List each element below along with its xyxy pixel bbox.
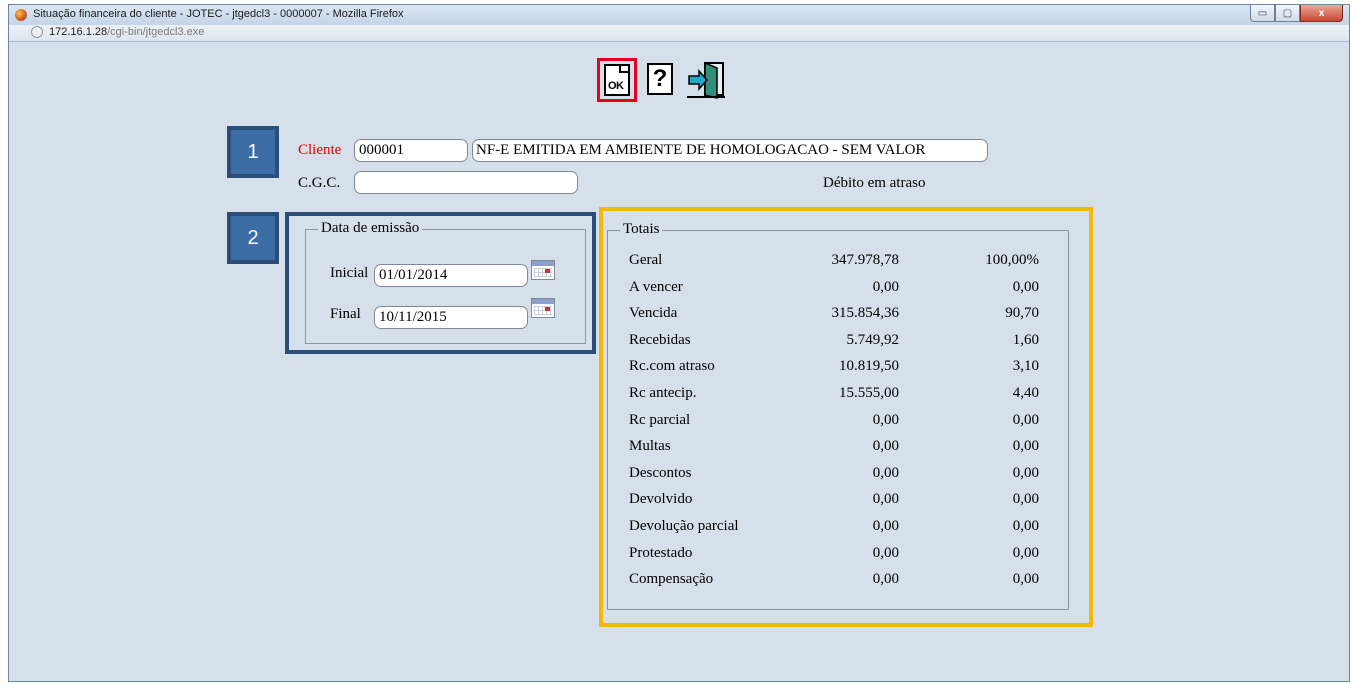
exit-door-icon — [687, 61, 725, 99]
final-calendar-icon[interactable] — [531, 298, 555, 318]
totais-row-value: 15.555,00 — [839, 385, 899, 401]
totais-row-value: 0,00 — [872, 491, 899, 508]
final-date-field[interactable]: 10/11/2015 — [374, 306, 528, 329]
exit-button[interactable] — [687, 60, 727, 100]
step-badge-2: 2 — [227, 212, 279, 264]
cliente-code-field[interactable]: 000001 — [354, 139, 468, 162]
totais-row-label: Geral — [629, 252, 663, 268]
totais-row-value: 10.819,50 — [839, 358, 899, 375]
cliente-label: Cliente — [298, 142, 342, 158]
title-bar: Situação financeira do cliente - JOTEC -… — [9, 5, 1349, 25]
totais-row-value: 0,00 — [872, 544, 899, 561]
maximize-button[interactable]: ▢ — [1275, 5, 1300, 22]
close-button[interactable]: x — [1300, 5, 1343, 22]
window-title: Situação financeira do cliente - JOTEC -… — [33, 8, 404, 20]
totais-row-percent: 0,00 — [1012, 438, 1039, 455]
totais-row-value: 0,00 — [872, 571, 899, 588]
totais-row-percent: 0,00 — [1012, 278, 1039, 295]
totais-row: Devolução parcial 0,00 0,00 — [629, 518, 1039, 544]
minimize-button[interactable]: ▭ — [1250, 5, 1275, 22]
totais-row-label: Rc antecip. — [629, 385, 697, 401]
totais-row-percent: 4,40 — [1012, 385, 1039, 401]
totais-row-value: 347.978,78 — [831, 252, 900, 268]
totais-row: Recebidas 5.749,92 1,60 — [629, 332, 1039, 358]
totais-row: Compensação 0,00 0,00 — [629, 571, 1039, 597]
globe-icon — [31, 26, 43, 38]
totais-row: Descontos 0,00 0,00 — [629, 465, 1039, 491]
cgc-label: C.G.C. — [298, 175, 341, 191]
totais-row-percent: 0,00 — [1012, 491, 1039, 508]
cal-mark — [545, 269, 550, 273]
totais-row-percent: 0,00 — [1012, 571, 1039, 588]
totais-row-percent: 0,00 — [1012, 411, 1039, 428]
page-content: OK ? 1 Cliente 000001 NF-E EMITIDA EM AM… — [9, 42, 1349, 681]
help-button[interactable]: ? — [645, 61, 679, 99]
totais-row: Protestado 0,00 0,00 — [629, 545, 1039, 571]
totais-row-label: Rc.com atraso — [629, 358, 715, 375]
totais-row-percent: 0,00 — [1012, 464, 1039, 481]
totais-row-label: Protestado — [629, 544, 693, 561]
inicial-label: Inicial — [330, 265, 369, 281]
totais-title: Totais — [620, 221, 663, 238]
totais-row-value: 0,00 — [872, 464, 899, 481]
inicial-calendar-icon[interactable] — [531, 260, 555, 280]
totais-row: Rc parcial 0,00 0,00 — [629, 412, 1039, 438]
totais-row: Vencida 315.854,36 90,70 — [629, 305, 1039, 331]
totais-row-label: Rc parcial — [629, 411, 691, 428]
totais-row-value: 0,00 — [872, 411, 899, 428]
inicial-date-field[interactable]: 01/01/2014 — [374, 264, 528, 287]
firefox-icon — [15, 9, 27, 21]
totais-row-percent: 1,60 — [1012, 331, 1039, 348]
url-text[interactable]: 172.16.1.28/cgi-bin/jtgedcl3.exe — [49, 26, 204, 38]
totais-row-value: 0,00 — [872, 438, 899, 455]
totais-row-percent: 3,10 — [1012, 358, 1039, 375]
totais-row-value: 0,00 — [872, 518, 899, 534]
ok-document-icon: OK — [604, 64, 630, 96]
cgc-field[interactable] — [354, 171, 578, 194]
address-bar[interactable]: 172.16.1.28/cgi-bin/jtgedcl3.exe — [9, 25, 1349, 42]
help-icon: ? — [647, 63, 673, 95]
cal-header — [532, 261, 554, 266]
page-fold-icon — [619, 66, 628, 73]
totais-row-label: Compensação — [629, 571, 714, 588]
totais-row: Rc antecip. 15.555,00 4,40 — [629, 385, 1039, 411]
totais-table: Geral 347.978,78 100,00% A vencer 0,00 0,00 Ve… — [629, 252, 1039, 602]
ok-label: OK — [608, 80, 624, 92]
totais-row-value: 315.854,36 — [831, 305, 900, 322]
step-badge-1: 1 — [227, 126, 279, 178]
browser-window: Situação financeira do cliente - JOTEC -… — [8, 4, 1350, 682]
totais-row-percent: 100,00% — [985, 252, 1039, 268]
totais-row-label: A vencer — [629, 278, 683, 295]
totais-row: Multas 0,00 0,00 — [629, 438, 1039, 464]
date-emissao-title: Data de emissão — [318, 220, 423, 237]
totais-row-label: Multas — [629, 438, 671, 455]
cliente-name-field[interactable]: NF-E EMITIDA EM AMBIENTE DE HOMOLOGACAO … — [472, 139, 988, 162]
cal-header — [532, 299, 554, 304]
totais-row-percent: 90,70 — [1005, 305, 1039, 322]
totais-row-label: Recebidas — [629, 331, 691, 348]
totais-row: Rc.com atraso 10.819,50 3,10 — [629, 358, 1039, 384]
ok-button[interactable]: OK — [597, 58, 637, 102]
totais-row-value: 0,00 — [872, 278, 899, 295]
totais-row-label: Devolvido — [629, 491, 693, 508]
totais-row-percent: 0,00 — [1012, 544, 1039, 561]
totais-row-value: 5.749,92 — [846, 331, 900, 348]
cal-mark — [545, 307, 550, 311]
totais-row-label: Vencida — [629, 305, 678, 322]
url-host: 172.16.1.28 — [49, 26, 108, 38]
help-label: ? — [652, 65, 668, 92]
totais-row: Devolvido 0,00 0,00 — [629, 491, 1039, 517]
totais-row: Geral 347.978,78 100,00% — [629, 252, 1039, 278]
totais-row: A vencer 0,00 0,00 — [629, 279, 1039, 305]
totais-row-label: Descontos — [629, 464, 692, 481]
final-label: Final — [330, 306, 361, 322]
totais-row-label: Devolução parcial — [629, 518, 739, 534]
totais-row-percent: 0,00 — [1012, 518, 1039, 534]
debito-atraso-label: Débito em atraso — [823, 175, 926, 191]
url-path: /cgi-bin/jtgedcl3.exe — [107, 26, 205, 38]
window-controls: ▭ ▢ x — [1250, 5, 1343, 22]
